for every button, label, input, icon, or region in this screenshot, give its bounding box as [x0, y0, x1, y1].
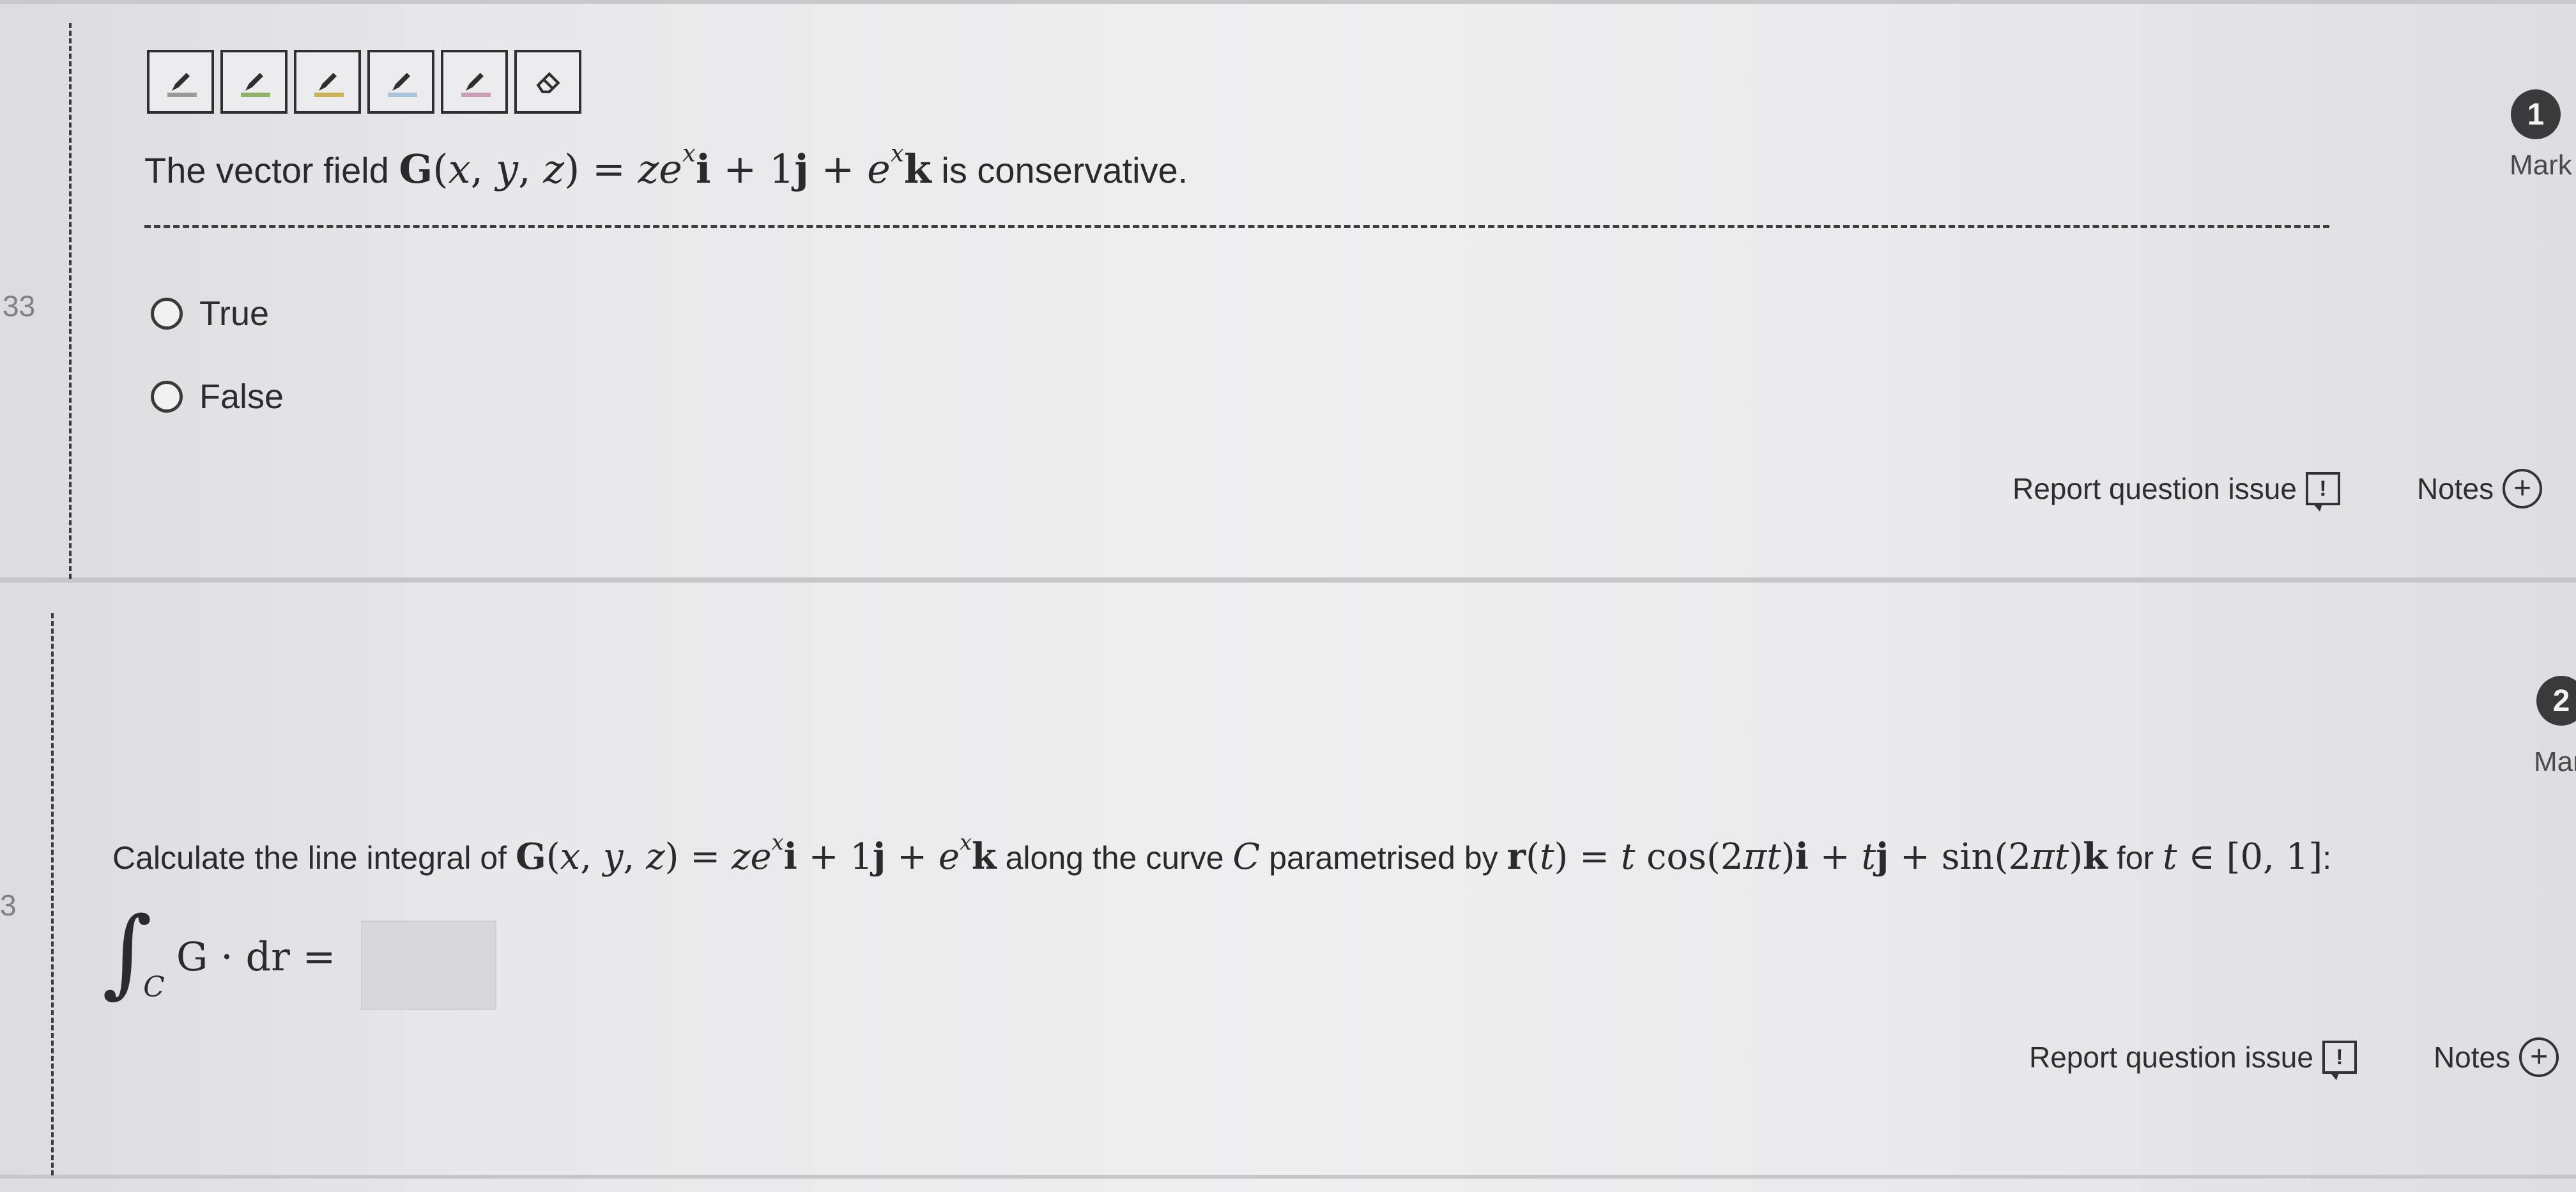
add-note-icon[interactable]: +: [2503, 469, 2543, 508]
pencil-icon: [245, 73, 263, 91]
integral-subscript: C: [143, 970, 165, 1004]
margin-dashed-line: [69, 23, 72, 579]
radio-button-true[interactable]: [151, 298, 183, 330]
report-question-link[interactable]: Report question issue: [2012, 471, 2297, 506]
pencil-icon: [465, 73, 484, 91]
annotation-toolbar: [147, 50, 581, 114]
radio-button-false[interactable]: [151, 381, 183, 413]
option-label: False: [199, 378, 284, 416]
option-label: True: [199, 294, 270, 333]
question-text-prefix: Calculate the line integral of: [112, 840, 507, 876]
marks-label: Mar: [2534, 746, 2576, 777]
pencil-icon: [392, 73, 410, 91]
eraser-tool-button[interactable]: [514, 50, 581, 114]
question-footer: Report question issue ! Notes +: [2012, 469, 2543, 512]
question-text-prefix: The vector field: [144, 150, 389, 190]
question-text: The vector field G(x, y, z) = zexi + 1j …: [144, 139, 1188, 192]
question-text-end: :: [2322, 840, 2332, 876]
line-number: 33: [3, 289, 36, 323]
dashed-separator: [144, 225, 2329, 228]
option-false[interactable]: False: [151, 377, 284, 416]
report-question-link[interactable]: Report question issue: [2029, 1040, 2313, 1074]
notes-link[interactable]: Notes: [2417, 471, 2494, 506]
pencil-icon: [171, 73, 190, 91]
question-text-middle: parametrised by: [1269, 840, 1498, 876]
question-text-middle: along the curve: [1005, 840, 1224, 876]
report-flag-icon[interactable]: !: [2322, 1041, 2357, 1080]
pencil-icon: [318, 73, 337, 91]
line-number: 3: [0, 889, 17, 922]
exam-page: 33 1 Mark The vector field G(x, y, z) = …: [0, 0, 2576, 1192]
margin-dashed-line: [51, 613, 54, 1175]
question-text: Calculate the line integral of G(x, y, z…: [112, 829, 2332, 878]
line-integral-answer-row: ∫ C G · dr =: [102, 905, 497, 1010]
answer-input[interactable]: [361, 921, 497, 1010]
eraser-icon: [536, 72, 560, 93]
report-flag-icon[interactable]: !: [2305, 472, 2340, 512]
curve-symbol: C: [1232, 836, 1261, 878]
highlighter-blue-button[interactable]: [367, 50, 434, 114]
marks-label: Mark: [2510, 149, 2572, 181]
integral-expression: G · dr =: [176, 933, 336, 980]
interval-formula: t ∈ [0, 1]: [2163, 836, 2323, 878]
vector-field-formula: G(x, y, z) = zexi + 1j + exk: [515, 829, 997, 878]
question-card-1: 33 1 Mark The vector field G(x, y, z) = …: [0, 0, 2576, 583]
question-card-2: 3 2 Mar Calculate the line integral of G…: [0, 594, 2576, 1179]
notes-link[interactable]: Notes: [2434, 1040, 2510, 1074]
question-text-middle: for: [2116, 840, 2154, 876]
highlighter-green-button[interactable]: [220, 50, 288, 114]
vector-field-formula: G(x, y, z) = zexi + 1j + exk: [399, 139, 931, 192]
question-text-suffix: is conservative.: [941, 150, 1188, 190]
marks-badge: 1: [2511, 89, 2561, 139]
curve-parametrisation-formula: r(t) = t cos(2πt)i + tj + sin(2πt)k: [1506, 836, 2108, 878]
highlighter-yellow-button[interactable]: [294, 50, 361, 114]
add-note-icon[interactable]: +: [2519, 1037, 2559, 1077]
pencil-tool-button[interactable]: [147, 50, 214, 114]
option-true[interactable]: True: [151, 294, 269, 333]
question-footer: Report question issue ! Notes +: [2029, 1037, 2559, 1080]
highlighter-pink-button[interactable]: [441, 50, 508, 114]
marks-badge: 2: [2536, 676, 2576, 726]
